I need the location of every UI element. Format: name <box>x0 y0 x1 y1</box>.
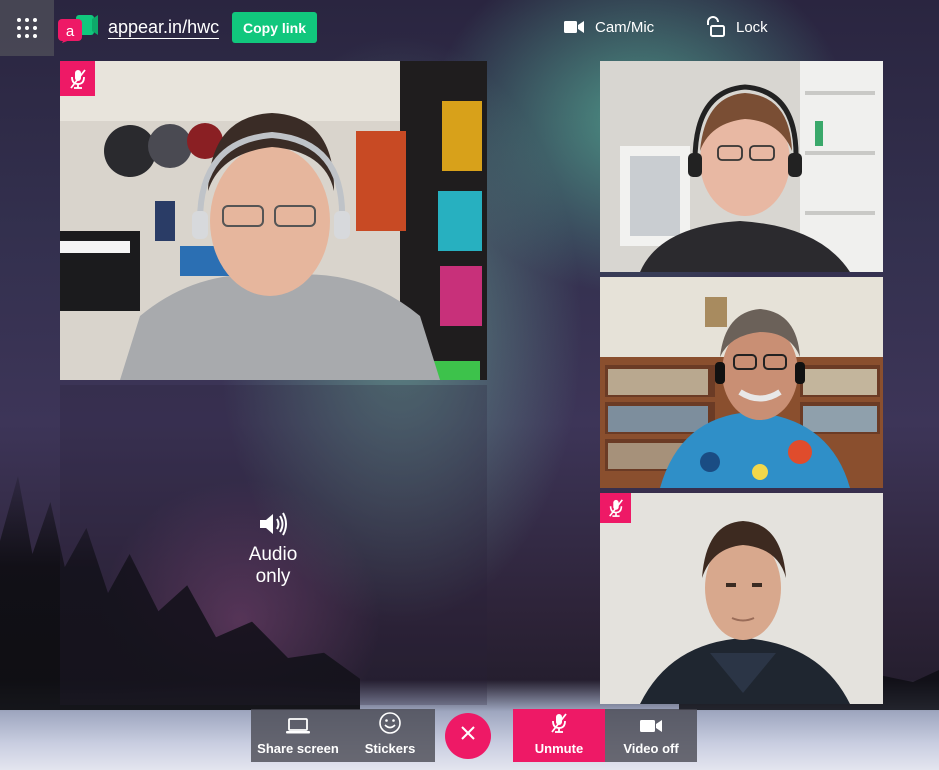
apps-grid-button[interactable] <box>0 0 54 56</box>
unmute-button[interactable]: Unmute <box>513 709 605 762</box>
video-camera-icon <box>640 720 662 732</box>
video-tile-participant-4[interactable] <box>600 493 883 704</box>
audio-only-tile[interactable]: Audio only <box>60 385 487 705</box>
smiley-icon <box>379 712 401 734</box>
apps-grid-icon <box>17 18 37 38</box>
room-name-link[interactable]: appear.in/hwc <box>108 17 220 39</box>
video-off-button[interactable]: Video off <box>605 709 697 762</box>
camera-icon <box>564 21 584 33</box>
share-screen-label: Share screen <box>257 741 339 756</box>
participant-video <box>600 277 883 488</box>
share-screen-button[interactable]: Share screen <box>251 709 345 762</box>
mic-muted-icon <box>551 713 567 733</box>
copy-link-button[interactable]: Copy link <box>232 12 317 43</box>
svg-text:a: a <box>66 23 75 40</box>
video-tile-main[interactable] <box>60 61 487 380</box>
muted-indicator <box>60 61 95 96</box>
video-off-label: Video off <box>623 741 679 756</box>
stickers-button[interactable]: Stickers <box>345 709 435 762</box>
appear-in-logo[interactable]: a <box>58 13 98 43</box>
close-icon <box>461 726 475 740</box>
lock-label: Lock <box>736 18 768 36</box>
video-tile-participant-2[interactable] <box>600 61 883 272</box>
speaker-icon <box>260 512 287 536</box>
unmute-label: Unmute <box>534 741 584 756</box>
participant-video <box>600 61 883 272</box>
leave-wrap <box>435 709 513 762</box>
lock-icon <box>707 16 725 37</box>
video-tile-participant-3[interactable] <box>600 277 883 488</box>
laptop-icon <box>286 718 310 734</box>
cam-mic-label: Cam/Mic <box>595 18 655 36</box>
call-controls: Share screen Stickers Unmute Video off <box>251 709 697 762</box>
top-bar: a appear.in/hwc Copy link Cam/Mic Lock <box>0 0 939 56</box>
leave-call-button[interactable] <box>445 713 491 759</box>
participant-video <box>60 61 487 380</box>
cam-mic-button[interactable]: Cam/Mic <box>563 16 654 38</box>
mic-muted-icon <box>608 499 623 517</box>
stickers-label: Stickers <box>364 741 416 756</box>
mic-muted-icon <box>69 68 86 89</box>
audio-only-label: Audio only <box>248 544 298 587</box>
muted-indicator <box>600 493 631 523</box>
lock-button[interactable]: Lock <box>704 16 768 38</box>
participant-video <box>600 493 883 704</box>
